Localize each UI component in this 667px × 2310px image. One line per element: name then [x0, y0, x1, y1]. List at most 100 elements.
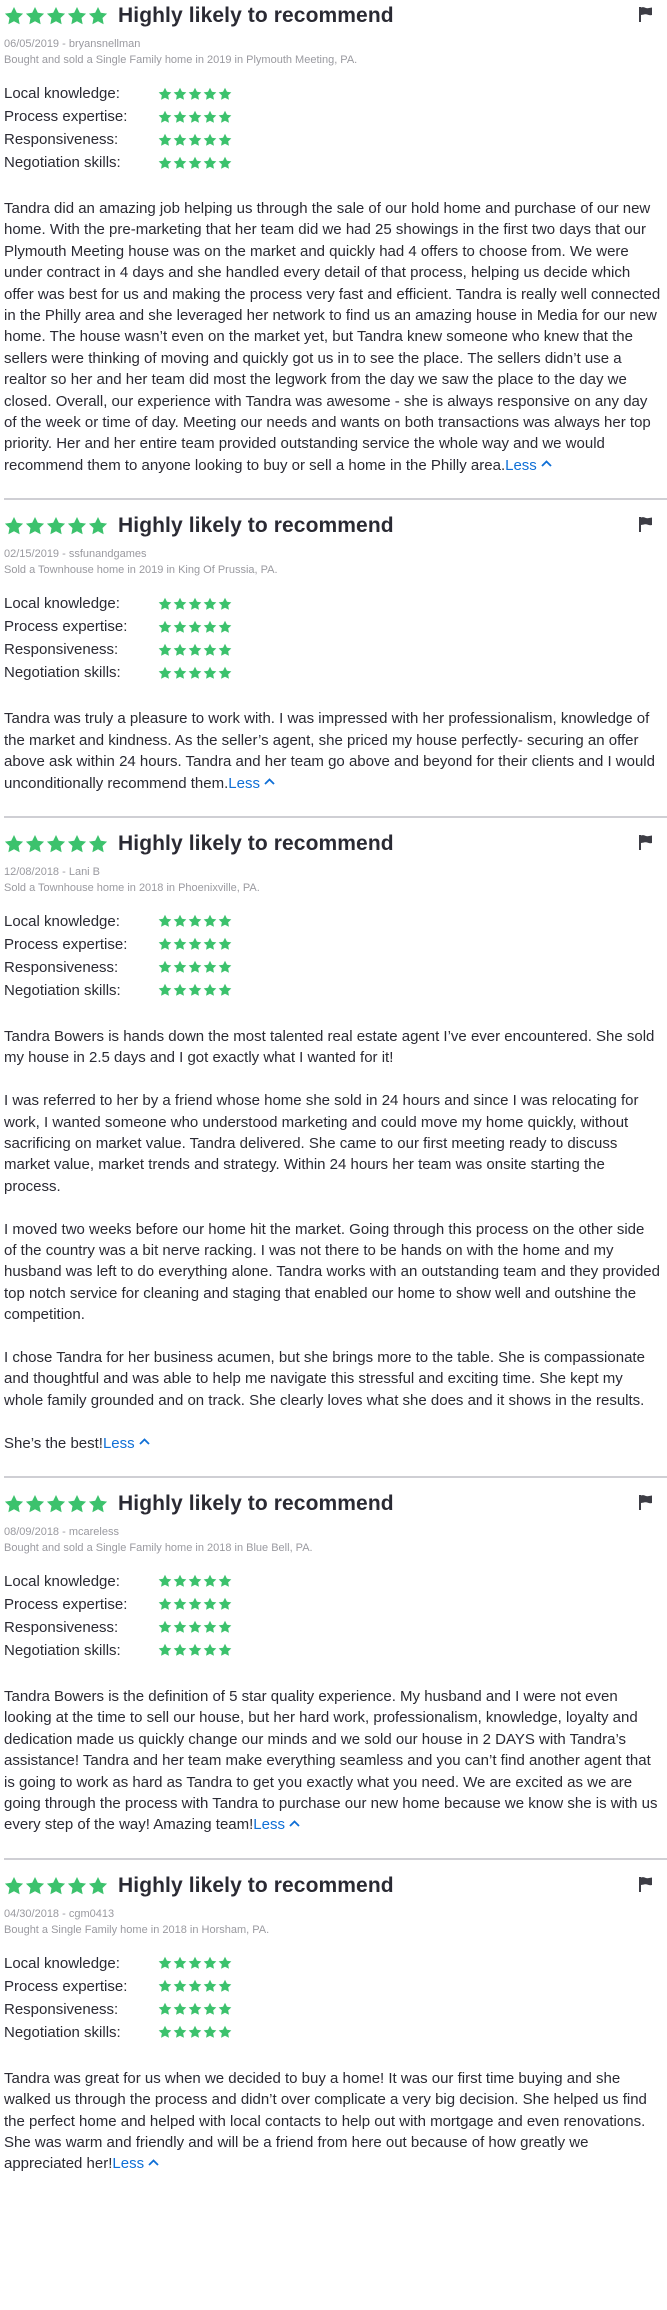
- star-icon: [173, 1644, 187, 1657]
- flag-icon[interactable]: [638, 1494, 653, 1510]
- review-meta: 08/09/2018 - mcareless Bought and sold a …: [4, 1524, 667, 1556]
- sub-rating-label: Process expertise:: [4, 108, 128, 125]
- chevron-up-icon[interactable]: [289, 1820, 300, 1827]
- star-icon: [188, 938, 202, 951]
- sub-rating-row: Negotiation skills:: [4, 151, 667, 174]
- review-header: Highly likely to recommend: [4, 1490, 667, 1518]
- chevron-up-icon[interactable]: [148, 2159, 159, 2166]
- star-icon: [218, 2026, 232, 2039]
- review-text: Tandra Bowers is hands down the most tal…: [4, 1027, 655, 1067]
- star-icon: [203, 1644, 217, 1657]
- review-text: Tandra was truly a pleasure to work with…: [4, 710, 655, 792]
- flag-icon[interactable]: [638, 516, 653, 533]
- overall-rating-stars: [4, 6, 108, 26]
- less-link[interactable]: Less: [253, 1816, 300, 1833]
- review-card: Highly likely to recommend 12/08/2018 - L…: [4, 815, 667, 1454]
- star-icon: [188, 2026, 202, 2039]
- star-icon: [218, 110, 232, 123]
- flag-icon[interactable]: [638, 6, 653, 22]
- star-icon: [25, 7, 45, 25]
- star-icon: [25, 1876, 45, 1895]
- review-date-user: 02/15/2019 - ssfunandgames: [4, 548, 147, 561]
- less-link[interactable]: Less: [505, 457, 552, 474]
- flag-icon[interactable]: [638, 834, 653, 850]
- sub-rating-label: Local knowledge:: [4, 85, 120, 102]
- sub-rating-label: Responsiveness:: [4, 2000, 119, 2018]
- star-icon: [203, 915, 217, 928]
- star-icon: [203, 961, 217, 974]
- star-icon: [218, 87, 232, 100]
- review-card: Highly likely to recommend 06/05/2019 - b…: [4, 0, 667, 476]
- star-icon: [218, 1598, 232, 1611]
- sub-rating-row: Process expertise:: [4, 1975, 667, 1998]
- sub-rating-label: Negotiation skills:: [4, 2023, 121, 2041]
- sub-rating-label: Responsiveness:: [4, 131, 119, 148]
- less-link-label[interactable]: Less: [103, 1435, 135, 1452]
- review-body: Tandra was truly a pleasure to work with…: [4, 708, 667, 794]
- sub-rating-stars: [158, 87, 232, 101]
- star-icon: [218, 961, 232, 974]
- sub-ratings: Local knowledge: Process expertise: Respon…: [4, 1952, 667, 2044]
- star-icon: [188, 2003, 202, 2016]
- star-icon: [158, 133, 172, 146]
- star-icon: [173, 1980, 187, 1993]
- review-body: Tandra was great for us when we decided …: [4, 2068, 667, 2175]
- review-paragraph: I chose Tandra for her business acumen, …: [4, 1347, 661, 1411]
- star-icon: [218, 938, 232, 951]
- sub-rating-stars: [158, 1574, 232, 1588]
- star-icon: [88, 1876, 108, 1895]
- flag-icon[interactable]: [638, 1876, 653, 1892]
- star-icon: [173, 1598, 187, 1611]
- star-icon: [188, 156, 202, 169]
- star-icon: [218, 1980, 232, 1993]
- sub-rating-label: Local knowledge:: [4, 1572, 120, 1590]
- less-link[interactable]: Less: [103, 1435, 150, 1452]
- review-meta: 02/15/2019 - ssfunandgames Sold a Townhou…: [4, 546, 667, 578]
- review-card: Highly likely to recommend 04/30/2018 - c…: [4, 1857, 667, 2175]
- star-icon: [4, 834, 24, 853]
- star-icon: [218, 666, 232, 679]
- chevron-up-icon[interactable]: [139, 1438, 150, 1445]
- star-icon: [188, 1957, 202, 1970]
- star-icon: [88, 834, 108, 853]
- star-icon: [188, 1575, 202, 1588]
- review-header: Highly likely to recommend: [4, 1872, 667, 1900]
- star-icon: [4, 1494, 24, 1513]
- review-date-user: 06/05/2019 - bryansnellman: [4, 38, 141, 50]
- less-link-label[interactable]: Less: [505, 457, 537, 474]
- star-icon: [158, 2003, 172, 2016]
- less-link-label[interactable]: Less: [112, 2155, 144, 2172]
- sub-rating-stars: [158, 1620, 232, 1634]
- sub-rating-label: Local knowledge:: [4, 912, 120, 930]
- review-header: Highly likely to recommend: [4, 830, 667, 858]
- star-icon: [188, 597, 202, 610]
- sub-rating-stars: [158, 1979, 232, 1993]
- sub-rating-label: Local knowledge:: [4, 1954, 120, 1972]
- star-icon: [203, 666, 217, 679]
- star-icon: [203, 984, 217, 997]
- sub-rating-row: Responsiveness:: [4, 1616, 667, 1639]
- star-icon: [218, 597, 232, 610]
- star-icon: [203, 643, 217, 656]
- review-date-user: 12/08/2018 - Lani B: [4, 865, 101, 878]
- star-icon: [188, 620, 202, 633]
- review-card: Highly likely to recommend 08/09/2018 - m…: [4, 1475, 667, 1836]
- star-icon: [67, 1876, 87, 1895]
- review-transaction: Bought a Single Family home in 2018 in H…: [4, 1923, 270, 1936]
- star-icon: [173, 643, 187, 656]
- review-text: Tandra was great for us when we decided …: [4, 2069, 647, 2173]
- less-link[interactable]: Less: [112, 2155, 159, 2172]
- star-icon: [188, 643, 202, 656]
- star-icon: [188, 87, 202, 100]
- less-link-label[interactable]: Less: [228, 775, 260, 792]
- less-link[interactable]: Less: [228, 775, 275, 792]
- review-headline: Highly likely to recommend: [118, 514, 394, 538]
- star-icon: [173, 2003, 187, 2016]
- star-icon: [158, 666, 172, 679]
- chevron-up-icon[interactable]: [541, 460, 552, 468]
- less-link-label[interactable]: Less: [253, 1816, 285, 1833]
- chevron-up-icon[interactable]: [264, 778, 275, 785]
- sub-rating-row: Process expertise:: [4, 615, 667, 638]
- star-icon: [158, 87, 172, 100]
- sub-rating-row: Negotiation skills:: [4, 1639, 667, 1662]
